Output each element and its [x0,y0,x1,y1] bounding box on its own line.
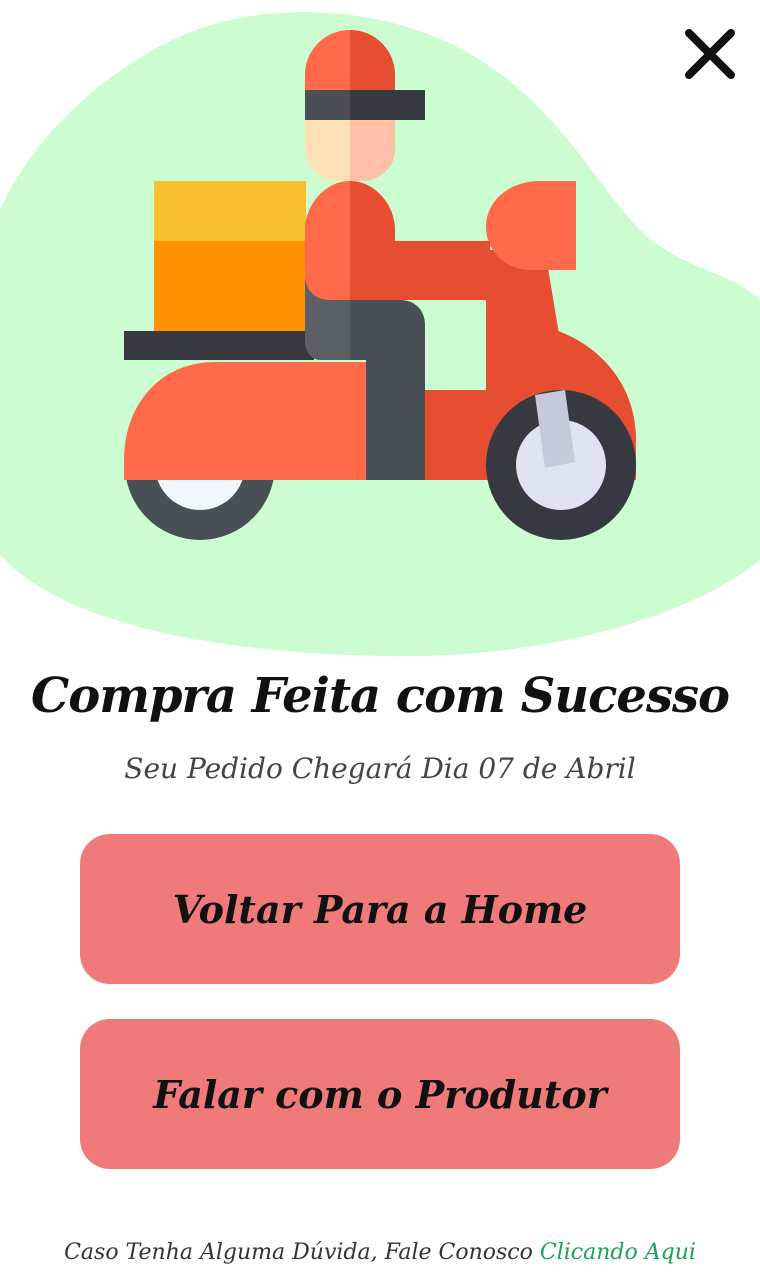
close-icon [685,29,735,79]
footer-text: Caso Tenha Alguma Dúvida, Fale Conosco [64,1240,533,1265]
delivery-scooter-illustration [124,30,636,540]
delivery-date-subtitle: Seu Pedido Chegará Dia 07 de Abril [124,752,636,785]
close-button[interactable] [676,20,744,88]
back-to-home-button[interactable]: Voltar Para a Home [80,834,680,984]
contact-producer-button[interactable]: Falar com o Produtor [80,1019,680,1169]
contact-link[interactable]: Clicando Aqui [540,1240,696,1265]
page-title: Compra Feita com Sucesso [30,668,730,724]
footer-help: Caso Tenha Alguma Dúvida, Fale Conosco C… [0,1240,760,1265]
